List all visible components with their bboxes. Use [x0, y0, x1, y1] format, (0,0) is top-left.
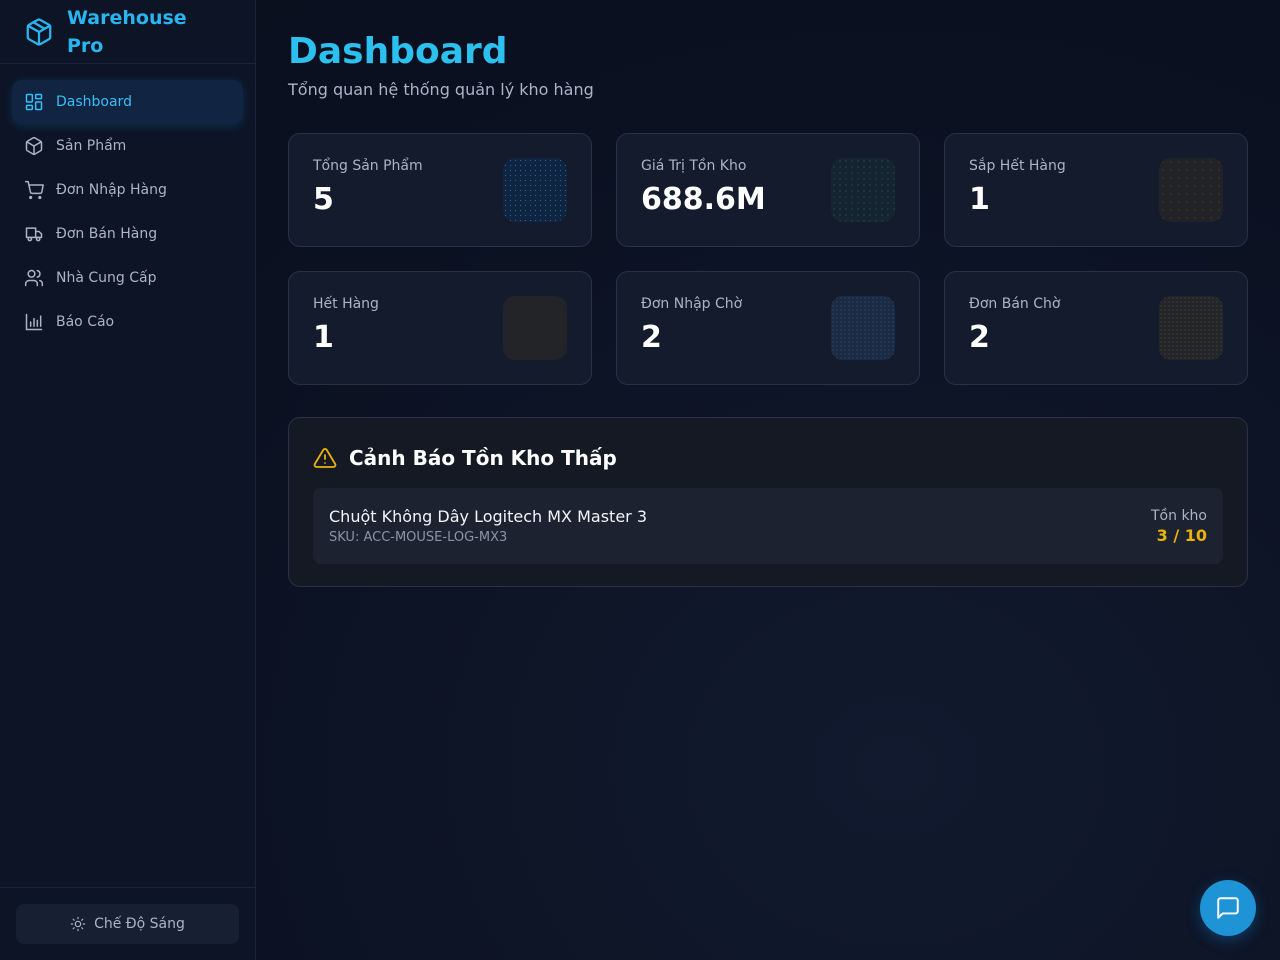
list-item[interactable]: Chuột Không Dây Logitech MX Master 3 SKU…	[313, 488, 1223, 564]
sidebar-item-reports[interactable]: Báo Cáo	[12, 300, 243, 344]
stock-value: 3 / 10	[1156, 525, 1207, 545]
theme-toggle-label: Chế Độ Sáng	[94, 916, 185, 932]
stat-icon	[831, 158, 895, 222]
alert-title: Cảnh Báo Tồn Kho Thấp	[349, 446, 617, 470]
sidebar-item-products[interactable]: Sản Phẩm	[12, 124, 243, 168]
stat-card-total-products: Tổng Sản Phẩm 5	[288, 133, 592, 247]
sidebar-item-dashboard[interactable]: Dashboard	[12, 80, 243, 124]
sidebar-item-label: Đơn Nhập Hàng	[56, 182, 167, 198]
stat-icon	[503, 158, 567, 222]
sidebar-footer: Chế Độ Sáng	[0, 887, 255, 960]
sun-icon	[70, 916, 86, 932]
theme-toggle-button[interactable]: Chế Độ Sáng	[16, 904, 239, 944]
page-title: Dashboard	[288, 31, 508, 72]
stock-label: Tồn kho	[1151, 507, 1207, 524]
warning-triangle-icon	[313, 448, 337, 468]
sidebar-item-sales-orders[interactable]: Đơn Bán Hàng	[12, 212, 243, 256]
layout-grid-icon	[25, 93, 43, 111]
item-info: Chuột Không Dây Logitech MX Master 3 SKU…	[329, 507, 647, 545]
stats-grid: Tổng Sản Phẩm 5 Giá Trị Tồn Kho 688.6M S…	[288, 133, 1248, 385]
bar-chart-icon	[25, 313, 43, 331]
brand-name: Warehouse Pro	[67, 6, 187, 57]
sidebar-item-label: Nhà Cung Cấp	[56, 270, 157, 286]
sidebar-item-purchase-orders[interactable]: Đơn Nhập Hàng	[12, 168, 243, 212]
sidebar: Warehouse Pro Dashboard Sản Phẩm Đơn Nhậ…	[0, 0, 256, 960]
stat-card-pending-sales: Đơn Bán Chờ 2	[944, 271, 1248, 385]
sidebar-nav: Dashboard Sản Phẩm Đơn Nhập Hàng Đơn Bán…	[0, 64, 255, 360]
main-content: Dashboard Tổng quan hệ thống quản lý kho…	[288, 0, 1248, 587]
truck-icon	[25, 227, 43, 242]
sidebar-item-suppliers[interactable]: Nhà Cung Cấp	[12, 256, 243, 300]
users-icon	[24, 269, 44, 287]
sidebar-item-label: Sản Phẩm	[56, 138, 127, 154]
brand: Warehouse Pro	[0, 0, 255, 64]
alert-header: Cảnh Báo Tồn Kho Thấp	[313, 444, 1223, 472]
package-logo-icon	[26, 17, 52, 46]
stat-icon	[1159, 158, 1223, 222]
low-stock-alert-panel: Cảnh Báo Tồn Kho Thấp Chuột Không Dây Lo…	[288, 417, 1248, 587]
stat-card-out-of-stock: Hết Hàng 1	[288, 271, 592, 385]
page-subtitle: Tổng quan hệ thống quản lý kho hàng	[288, 80, 594, 99]
item-name: Chuột Không Dây Logitech MX Master 3	[329, 507, 648, 526]
chat-button[interactable]	[1200, 880, 1256, 936]
sidebar-item-label: Báo Cáo	[56, 314, 115, 330]
stat-icon	[831, 296, 895, 360]
item-stock: Tồn kho 3 / 10	[1151, 508, 1207, 545]
stat-card-inventory-value: Giá Trị Tồn Kho 688.6M	[616, 133, 920, 247]
sidebar-item-label: Đơn Bán Hàng	[56, 226, 158, 242]
stat-icon	[1159, 296, 1223, 360]
package-icon	[25, 136, 43, 156]
item-sku: SKU: ACC-MOUSE-LOG-MX3	[329, 530, 508, 545]
sidebar-item-label: Dashboard	[56, 94, 132, 110]
stat-card-low-stock: Sắp Hết Hàng 1	[944, 133, 1248, 247]
stat-icon	[503, 296, 567, 360]
stat-card-pending-purchases: Đơn Nhập Chờ 2	[616, 271, 920, 385]
shopping-cart-icon	[24, 180, 44, 200]
message-square-icon	[1217, 897, 1239, 919]
